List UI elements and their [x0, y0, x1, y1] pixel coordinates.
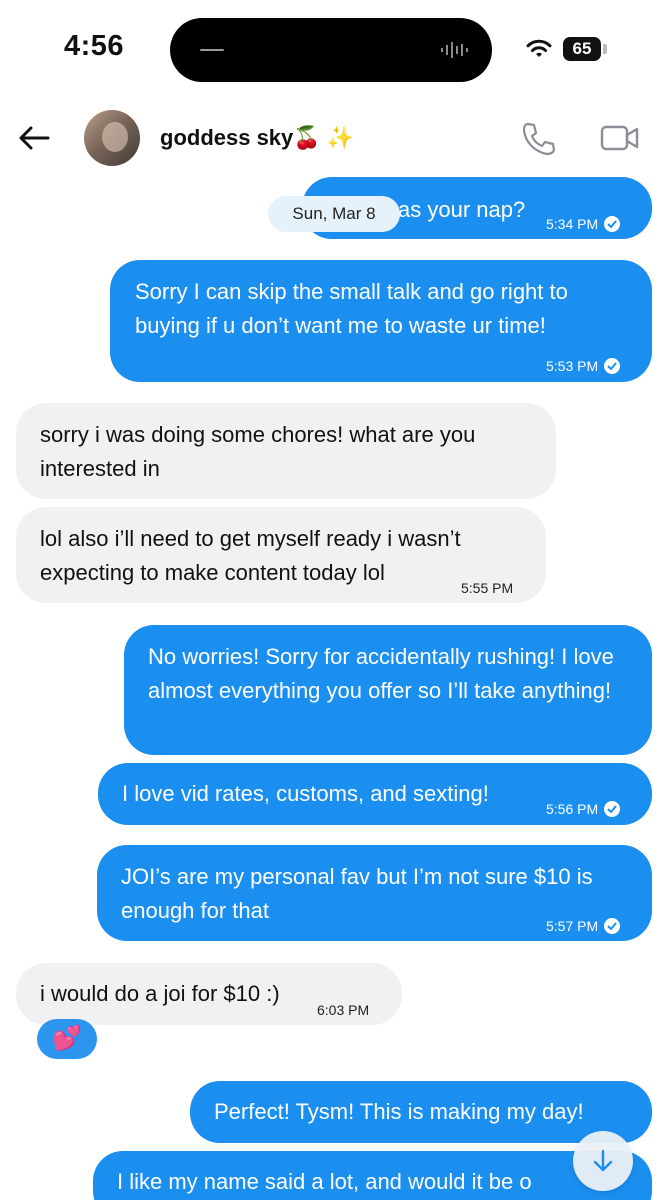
wifi-icon: [526, 39, 552, 57]
status-time: 4:56: [64, 30, 125, 62]
timestamp-text: 5:57 PM: [546, 918, 599, 934]
message-bubble-incoming[interactable]: i would do a joi for $10 :) 6:03 PM: [16, 963, 402, 1025]
back-button[interactable]: [16, 120, 52, 156]
message-bubble-incoming[interactable]: sorry i was doing some chores! what are …: [16, 403, 556, 499]
message-bubble-outgoing[interactable]: I like my name said a lot, and would it …: [93, 1151, 652, 1200]
message-timestamp: 5:53 PM: [546, 349, 621, 383]
timestamp-text: 5:53 PM: [546, 358, 599, 374]
timestamp-text: 6:03 PM: [317, 1002, 370, 1018]
message-bubble-outgoing[interactable]: Sorry I can skip the small talk and go r…: [110, 260, 652, 382]
message-text: Sorry I can skip the small talk and go r…: [135, 279, 568, 338]
avatar[interactable]: [84, 110, 140, 166]
message-timestamp: 6:03 PM: [317, 993, 369, 1027]
read-check-icon: [604, 358, 621, 374]
message-text: as your nap?: [398, 197, 526, 222]
video-call-button[interactable]: [600, 120, 640, 156]
chat-header: goddess sky🍒 ✨: [0, 100, 668, 176]
dynamic-island: [170, 18, 492, 82]
audio-wave-icon: [200, 49, 224, 51]
arrow-left-icon: [19, 126, 50, 150]
message-text: I like my name said a lot, and would it …: [117, 1169, 532, 1194]
message-reaction[interactable]: 💕: [37, 1019, 97, 1059]
scroll-to-bottom-button[interactable]: [573, 1131, 633, 1191]
message-text: No worries! Sorry for accidentally rushi…: [148, 644, 614, 703]
message-bubble-outgoing[interactable]: No worries! Sorry for accidentally rushi…: [124, 625, 652, 755]
message-timestamp: 5:55 PM: [461, 571, 513, 605]
timestamp-text: 5:34 PM: [546, 216, 599, 232]
read-check-icon: [604, 918, 621, 934]
message-timestamp: 5:56 PM: [546, 792, 621, 826]
read-check-icon: [604, 801, 621, 817]
message-bubble-outgoing[interactable]: I love vid rates, customs, and sexting! …: [98, 763, 652, 825]
message-text: lol also i’ll need to get myself ready i…: [40, 526, 461, 585]
phone-icon: [522, 122, 556, 156]
call-button[interactable]: [520, 120, 556, 156]
date-separator: Sun, Mar 8: [268, 196, 400, 232]
timestamp-text: 5:56 PM: [546, 801, 599, 817]
video-camera-icon: [600, 125, 639, 151]
contact-name[interactable]: goddess sky🍒 ✨: [160, 125, 354, 151]
message-text: Perfect! Tysm! This is making my day!: [214, 1099, 584, 1124]
message-timestamp: 5:57 PM: [546, 909, 621, 943]
message-text: I love vid rates, customs, and sexting!: [122, 781, 489, 806]
message-timestamp: 5:34 PM: [546, 207, 621, 241]
timestamp-text: 5:55 PM: [461, 580, 514, 596]
message-bubble-incoming[interactable]: lol also i’ll need to get myself ready i…: [16, 507, 546, 603]
message-text: sorry i was doing some chores! what are …: [40, 422, 476, 481]
arrow-down-icon: [593, 1149, 613, 1172]
audio-bars-icon: [441, 42, 468, 58]
battery-indicator: 65: [563, 37, 601, 61]
message-text: i would do a joi for $10 :): [40, 981, 280, 1006]
status-bar: 4:56 65: [0, 0, 668, 100]
battery-nub: [603, 44, 607, 54]
message-bubble-outgoing[interactable]: JOI’s are my personal fav but I’m not su…: [97, 845, 652, 941]
read-check-icon: [604, 216, 621, 232]
message-bubble-outgoing[interactable]: Perfect! Tysm! This is making my day!: [190, 1081, 652, 1143]
